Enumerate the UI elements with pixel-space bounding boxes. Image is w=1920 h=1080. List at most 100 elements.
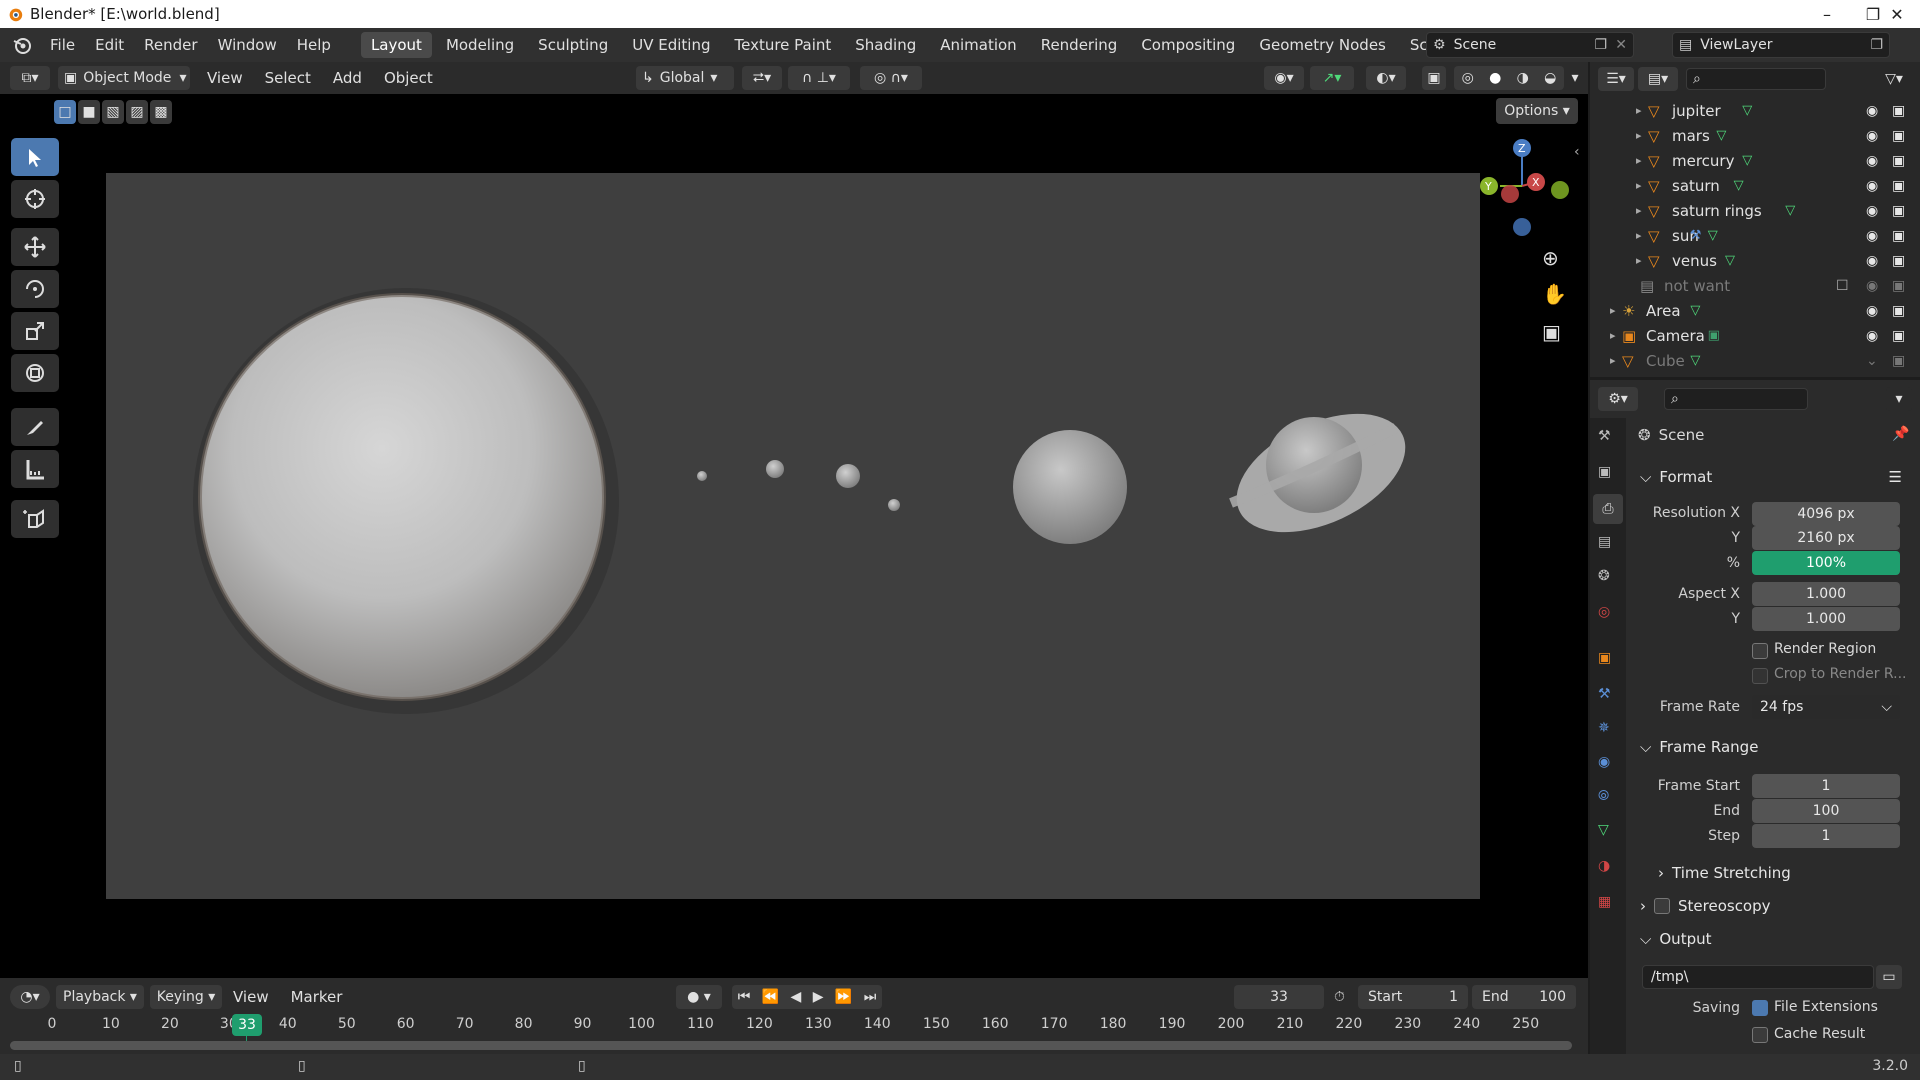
particles-tab-icon[interactable]: ✵	[1598, 720, 1610, 736]
stereoscopy-checkbox[interactable]	[1654, 898, 1670, 914]
constraints-tab-icon[interactable]: ⦾	[1598, 788, 1609, 804]
aspect-x-field[interactable]: 1.000	[1752, 582, 1900, 606]
menu-edit[interactable]: Edit	[85, 28, 134, 62]
menu-object[interactable]: Object	[373, 69, 444, 87]
zoom-icon[interactable]: ⊕	[1542, 246, 1559, 270]
pan-hand-icon[interactable]: ✋	[1542, 282, 1567, 306]
render-visibility-icon[interactable]: ▣	[1892, 303, 1905, 319]
tab-texture-paint[interactable]: Texture Paint	[724, 32, 841, 58]
expand-arrow-icon[interactable]: ▸	[1636, 204, 1642, 217]
tab-compositing[interactable]: Compositing	[1131, 32, 1245, 58]
mesh-data-icon[interactable]: ▽	[1708, 228, 1718, 243]
render-visibility-icon[interactable]: ▣	[1892, 153, 1905, 169]
mesh-data-icon[interactable]: ▽	[1725, 253, 1735, 268]
tab-geometry-nodes[interactable]: Geometry Nodes	[1249, 32, 1396, 58]
texture-tab-icon[interactable]: ▦	[1598, 894, 1611, 910]
camera-data-icon[interactable]: ▣	[1708, 328, 1720, 343]
resolution-x-field[interactable]: 4096 px	[1752, 502, 1900, 526]
file-extensions-checkbox[interactable]	[1752, 1000, 1768, 1016]
play-icon[interactable]: ▶	[813, 989, 824, 1005]
timeline-editor-type-icon[interactable]: ◔▾	[10, 985, 50, 1009]
new-view-layer-icon[interactable]: ❐	[1870, 37, 1883, 53]
modifier-tab-icon[interactable]: ⚒	[1598, 686, 1611, 702]
time-stretching-panel-header[interactable]: › Time Stretching	[1658, 860, 1920, 886]
outliner-editor-type-icon[interactable]: ☰▾	[1598, 67, 1634, 91]
render-visibility-icon[interactable]: ▣	[1892, 103, 1905, 119]
tab-modeling[interactable]: Modeling	[436, 32, 524, 58]
overlays-icon[interactable]: ◐▾	[1366, 66, 1406, 90]
venus-object[interactable]	[766, 460, 784, 478]
material-tab-icon[interactable]: ◑	[1598, 858, 1610, 874]
modifier-icon[interactable]: ⚒	[1690, 228, 1702, 243]
outliner-row[interactable]: ▸ ▽ saturn ▽ ◉ ▣	[1590, 173, 1920, 198]
jump-end-icon[interactable]: ⏭	[864, 989, 877, 1005]
add-cube-tool-icon[interactable]	[11, 500, 59, 538]
view-layer-selector[interactable]: ▤ ViewLayer ❐	[1672, 32, 1890, 58]
camera-view-icon[interactable]: ▣	[1542, 320, 1561, 344]
output-tab-icon[interactable]: ⎙	[1593, 494, 1623, 524]
frame-rate-dropdown[interactable]: 24 fps ⌵	[1752, 695, 1900, 719]
resolution-y-field[interactable]: 2160 px	[1752, 526, 1900, 550]
sun-object[interactable]	[193, 288, 619, 714]
menu-file[interactable]: File	[40, 28, 85, 62]
select-subtract-icon[interactable]: ▧	[102, 100, 124, 124]
outliner-row[interactable]: ▸ ▽ mars ▽ ◉ ▣	[1590, 123, 1920, 148]
tab-layout[interactable]: Layout	[360, 32, 432, 58]
render-visibility-icon[interactable]: ▣	[1892, 178, 1905, 194]
start-frame-field[interactable]: Start 1	[1358, 985, 1468, 1009]
menu-help[interactable]: Help	[287, 28, 341, 62]
aspect-y-field[interactable]: 1.000	[1752, 607, 1900, 631]
minimize-button[interactable]: –	[1804, 0, 1850, 28]
select-box-tool-icon[interactable]	[11, 138, 59, 176]
snap-icon[interactable]: ∩ ⊥▾	[788, 66, 850, 90]
select-extend-icon[interactable]: ■	[78, 100, 100, 124]
render-tab-icon[interactable]: ▣	[1598, 464, 1611, 480]
saturn-object[interactable]	[1218, 390, 1423, 557]
crop-checkbox[interactable]	[1752, 668, 1768, 684]
folder-icon[interactable]: ▭	[1876, 965, 1902, 989]
presets-icon[interactable]: ☰	[1889, 468, 1902, 486]
editor-type-icon[interactable]: ⧉▾	[10, 66, 50, 90]
mesh-data-icon[interactable]: ▽	[1690, 353, 1700, 368]
outliner-row[interactable]: ▸ ▽ saturn rings ▽ ◉ ▣	[1590, 198, 1920, 223]
mesh-data-icon[interactable]: ▽	[1742, 153, 1752, 168]
rendered-shading-icon[interactable]: ◒	[1544, 70, 1556, 86]
outliner-row[interactable]: ▸ ▽ mercury ▽ ◉ ▣	[1590, 148, 1920, 173]
expand-arrow-icon[interactable]: ▸	[1636, 154, 1642, 167]
outliner-row[interactable]: ▸ ▽ jupiter ▽ ◉ ▣	[1590, 98, 1920, 123]
visibility-eye-icon[interactable]: ◉	[1866, 328, 1878, 344]
render-visibility-icon[interactable]: ▣	[1892, 278, 1905, 294]
gizmo-icon[interactable]: ↗▾	[1310, 66, 1354, 90]
visibility-eye-icon[interactable]: ◉	[1866, 153, 1878, 169]
mars-object[interactable]	[888, 499, 900, 511]
end-frame-field[interactable]: End 100	[1472, 985, 1576, 1009]
render-region-checkbox[interactable]	[1752, 643, 1768, 659]
wireframe-shading-icon[interactable]: ◎	[1462, 70, 1474, 86]
expand-arrow-icon[interactable]: ▸	[1636, 104, 1642, 117]
outliner-row[interactable]: ▸ ▽ Cube ▽ ⌄ ▣	[1590, 348, 1920, 373]
object-tab-icon[interactable]: ▣	[1598, 650, 1611, 666]
physics-tab-icon[interactable]: ◉	[1598, 754, 1610, 770]
outliner-row[interactable]: ▸ ☀ Area ▽ ◉ ▣	[1590, 298, 1920, 323]
outliner-row[interactable]: ▤ not want ☐ ◉ ▣	[1590, 273, 1920, 298]
data-tab-icon[interactable]: ▽	[1598, 822, 1609, 838]
mesh-data-icon[interactable]: ▽	[1785, 203, 1795, 218]
mesh-data-icon[interactable]: ▽	[1734, 178, 1744, 193]
playback-menu[interactable]: Playback ▾	[56, 985, 144, 1009]
select-invert-icon[interactable]: ▨	[126, 100, 148, 124]
mesh-data-icon[interactable]: ▽	[1716, 128, 1726, 143]
visibility-eye-icon[interactable]: ◉	[1866, 103, 1878, 119]
move-tool-icon[interactable]	[11, 228, 59, 266]
delete-scene-icon[interactable]: ✕	[1615, 37, 1627, 53]
outliner-row[interactable]: ▸ ▽ sun ▽ ⚒ ◉ ▣	[1590, 223, 1920, 248]
record-button[interactable]: ● ▾	[676, 985, 722, 1009]
exclude-checkbox-icon[interactable]: ☐	[1836, 278, 1849, 294]
measure-tool-icon[interactable]	[11, 450, 59, 488]
pivot-point-icon[interactable]: ⮂▾	[742, 66, 782, 90]
earth-object[interactable]	[836, 464, 860, 488]
properties-editor-type-icon[interactable]: ⚙▾	[1598, 387, 1638, 411]
expand-arrow-icon[interactable]: ▸	[1636, 179, 1642, 192]
material-shading-icon[interactable]: ◑	[1517, 70, 1529, 86]
tab-rendering[interactable]: Rendering	[1031, 32, 1128, 58]
navigation-gizmo[interactable]: Z X Y	[1470, 132, 1580, 242]
